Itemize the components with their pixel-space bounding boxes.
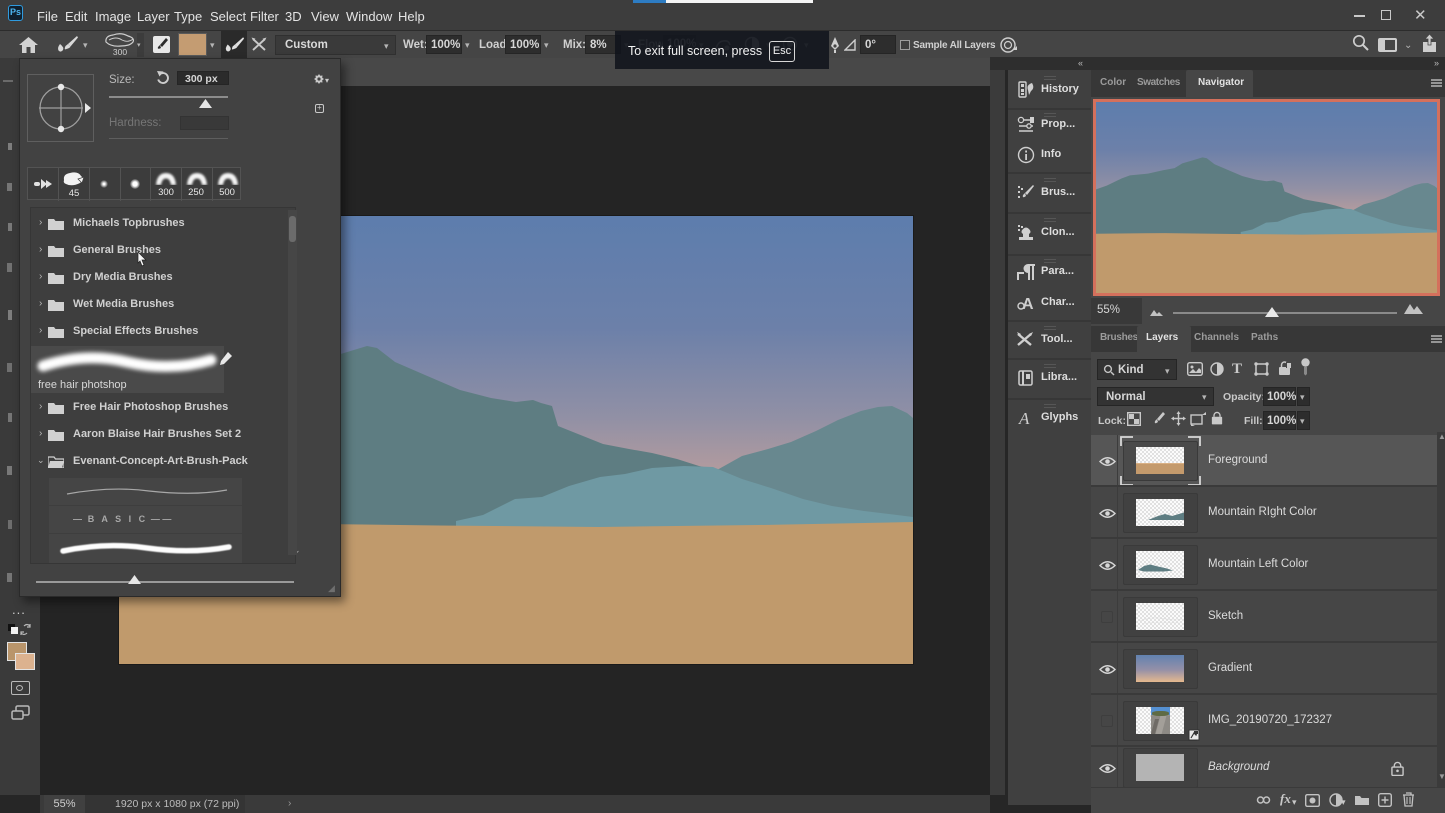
- svg-text:A: A: [1018, 409, 1030, 427]
